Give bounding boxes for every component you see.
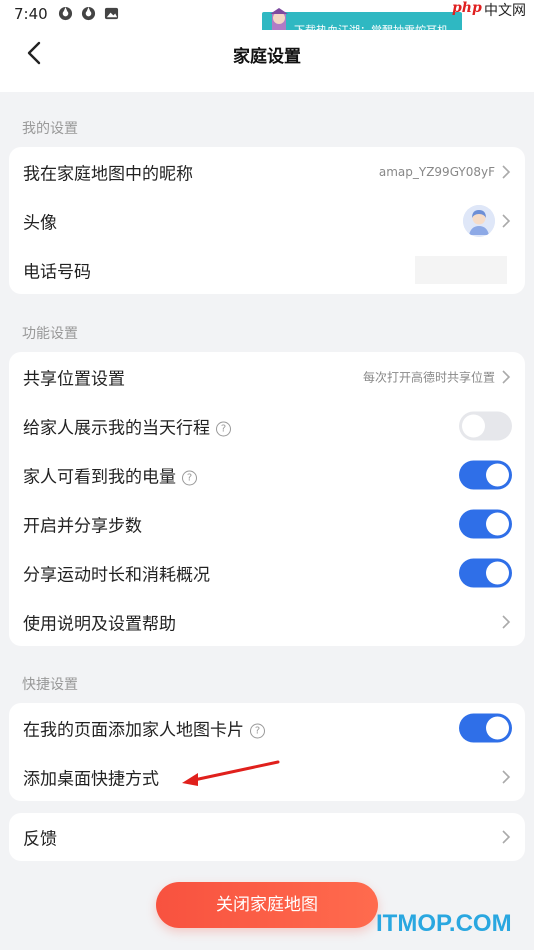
phone-number-redacted <box>415 255 507 284</box>
row-phone[interactable]: 电话号码 <box>9 245 525 294</box>
page-title: 家庭设置 <box>233 47 301 67</box>
row-battery: 家人可看到我的电量? <box>9 450 525 499</box>
desktop-shortcut-label: 添加桌面快捷方式 <box>23 769 159 789</box>
feedback-label: 反馈 <box>23 829 57 850</box>
row-nickname[interactable]: 我在家庭地图中的昵称 amap_YZ99GY08yF <box>9 147 525 196</box>
section-header-my-settings: 我的设置 <box>22 121 78 137</box>
steps-label: 开启并分享步数 <box>23 516 142 536</box>
chevron-right-icon <box>501 164 511 179</box>
close-family-map-button[interactable]: 关闭家庭地图 <box>156 882 378 928</box>
card-function-settings: 共享位置设置 每次打开高德时共享位置 给家人展示我的当天行程? 家人可看到我的电… <box>9 352 525 646</box>
site-watermark: ITMOP.COM <box>376 910 512 937</box>
share-location-label: 共享位置设置 <box>23 369 125 389</box>
battery-toggle[interactable] <box>459 460 512 489</box>
card-feedback: 反馈 <box>9 813 525 861</box>
nickname-label: 我在家庭地图中的昵称 <box>23 164 193 184</box>
row-map-card: 在我的页面添加家人地图卡片? <box>9 703 525 752</box>
spinner-icon <box>81 6 96 21</box>
nav-bar: 家庭设置 <box>0 30 534 92</box>
section-header-function-settings: 功能设置 <box>22 326 78 342</box>
card-my-settings: 我在家庭地图中的昵称 amap_YZ99GY08yF 头像 电话号码 <box>9 147 525 294</box>
nickname-value: amap_YZ99GY08yF <box>378 164 495 179</box>
toggle-knob <box>486 463 509 486</box>
chevron-right-icon <box>501 614 511 629</box>
status-icons <box>58 6 119 21</box>
watermark-cn: 中文网 <box>484 3 526 19</box>
chevron-right-icon <box>501 769 511 784</box>
show-trip-label: 给家人展示我的当天行程 <box>23 418 210 438</box>
avatar <box>463 204 495 237</box>
toggle-knob <box>462 414 485 437</box>
share-location-value: 每次打开高德时共享位置 <box>362 370 495 384</box>
chevron-right-icon <box>501 830 511 844</box>
help-label: 使用说明及设置帮助 <box>23 614 176 634</box>
row-share-location[interactable]: 共享位置设置 每次打开高德时共享位置 <box>9 352 525 401</box>
show-trip-toggle[interactable] <box>459 411 512 440</box>
row-exercise: 分享运动时长和消耗概况 <box>9 548 525 597</box>
help-icon[interactable]: ? <box>182 470 197 485</box>
row-show-trip: 给家人展示我的当天行程? <box>9 401 525 450</box>
map-card-toggle[interactable] <box>459 713 512 742</box>
row-avatar[interactable]: 头像 <box>9 196 525 245</box>
toggle-knob <box>486 512 509 535</box>
exercise-label: 分享运动时长和消耗概况 <box>23 565 210 585</box>
annotation-arrow-icon <box>182 760 280 786</box>
avatar-label: 头像 <box>23 213 57 233</box>
row-help[interactable]: 使用说明及设置帮助 <box>9 597 525 646</box>
section-header-shortcut-settings: 快捷设置 <box>22 677 78 693</box>
help-icon[interactable]: ? <box>250 723 265 738</box>
image-icon <box>104 6 119 21</box>
spinner-icon <box>58 6 73 21</box>
row-steps: 开启并分享步数 <box>9 499 525 548</box>
chevron-right-icon <box>501 369 511 384</box>
battery-label: 家人可看到我的电量 <box>23 467 176 487</box>
help-icon[interactable]: ? <box>216 421 231 436</box>
steps-toggle[interactable] <box>459 509 512 538</box>
row-feedback[interactable]: 反馈 <box>9 813 525 861</box>
phone-label: 电话号码 <box>23 262 91 282</box>
status-time: 7:40 <box>14 5 48 23</box>
toggle-knob <box>486 561 509 584</box>
chevron-right-icon <box>501 213 511 228</box>
map-card-label: 在我的页面添加家人地图卡片 <box>23 720 244 740</box>
watermark-php: php <box>452 0 482 16</box>
toggle-knob <box>486 716 509 739</box>
exercise-toggle[interactable] <box>459 558 512 587</box>
